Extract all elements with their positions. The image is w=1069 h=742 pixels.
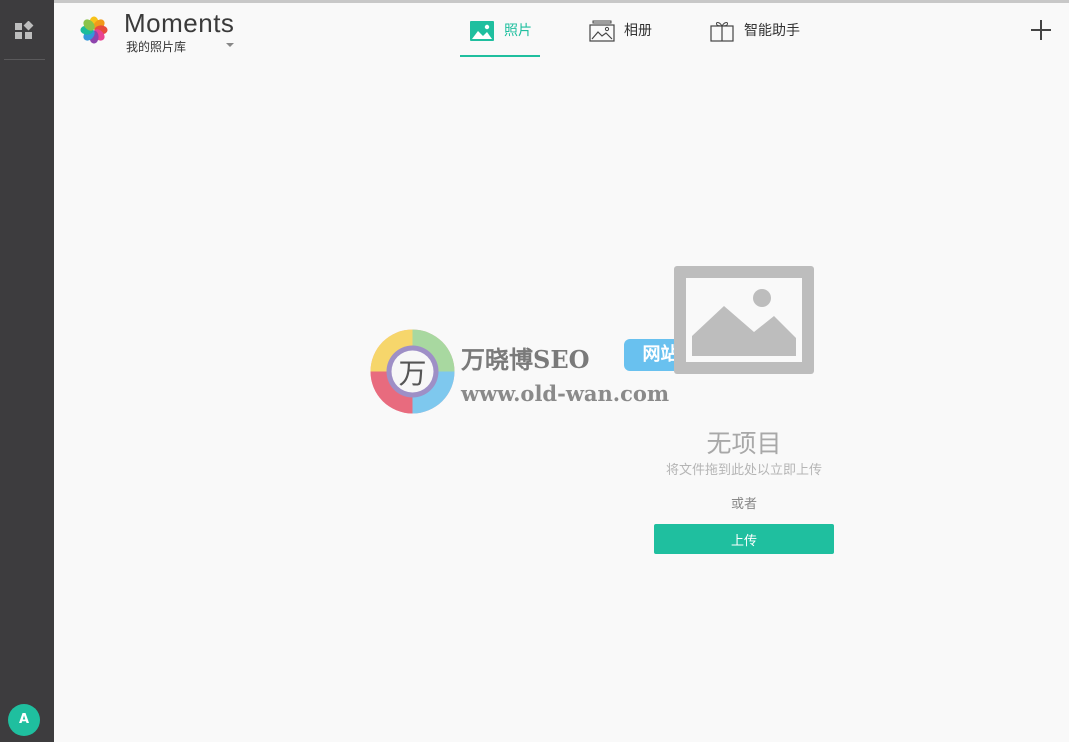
tab-photos[interactable]: 照片 <box>469 20 532 56</box>
active-tab-indicator <box>460 55 540 57</box>
tab-assistant[interactable]: 智能助手 <box>709 20 800 56</box>
watermark-url: www.old-wan.com <box>461 381 670 406</box>
empty-state-or: 或者 <box>730 497 757 512</box>
watermark-logo-icon: 万 <box>370 329 455 414</box>
empty-state-hint: 将文件拖到此处以立即上传 <box>665 463 822 478</box>
moments-logo-icon <box>80 16 108 44</box>
upload-button[interactable]: 上传 <box>654 524 834 554</box>
moments-app: A Moments 我的照片库 照片 相册 智能助手 万 万晓博SEO 网站 w… <box>0 0 1069 742</box>
photo-icon <box>470 21 494 41</box>
empty-state-title: 无项目 <box>706 429 782 458</box>
left-rail: A <box>0 0 54 742</box>
chevron-down-icon[interactable] <box>226 43 234 47</box>
user-avatar[interactable]: A <box>8 704 40 736</box>
add-icon[interactable] <box>1030 19 1052 41</box>
app-header: Moments 我的照片库 照片 相册 智能助手 <box>54 3 1069 65</box>
gift-icon <box>710 22 734 42</box>
watermark-title: 万晓博SEO <box>461 345 590 374</box>
watermark-glyph: 万 <box>398 357 426 390</box>
tab-albums-label: 相册 <box>624 23 652 39</box>
rail-divider <box>4 59 45 60</box>
library-selector[interactable]: 我的照片库 <box>126 38 186 55</box>
tab-assistant-label: 智能助手 <box>744 23 800 39</box>
image-placeholder-icon <box>674 266 814 374</box>
album-icon <box>589 20 615 42</box>
tab-albums[interactable]: 相册 <box>589 20 652 56</box>
apps-grid-icon[interactable] <box>14 21 34 41</box>
app-title: Moments <box>124 8 235 38</box>
tab-photos-label: 照片 <box>504 23 532 39</box>
